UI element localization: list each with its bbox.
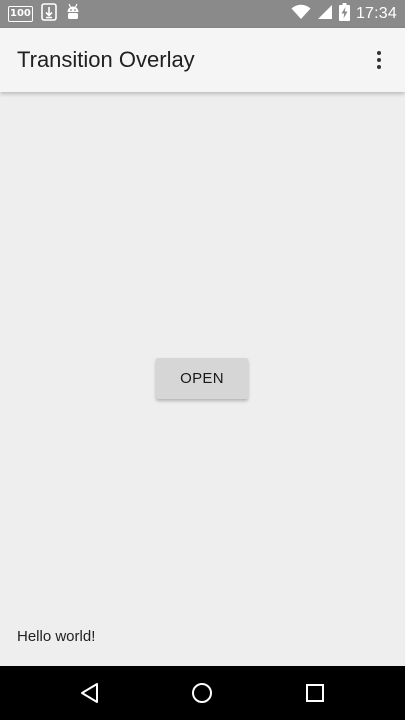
battery-charging-icon — [338, 2, 350, 26]
app-title: Transition Overlay — [17, 47, 195, 72]
open-button[interactable]: OPEN — [156, 358, 248, 399]
status-clock: 17:34 — [355, 5, 397, 22]
main-content: OPEN Hello world! — [0, 92, 405, 666]
status-bar-system: 17:34 — [291, 2, 397, 26]
more-vert-icon[interactable] — [367, 48, 391, 72]
signal-icon — [317, 4, 333, 25]
phone-screen: 100 17:34 Transition Overlay OPEN Hello … — [0, 0, 405, 720]
overflow-dot — [376, 57, 382, 63]
android-icon — [65, 3, 81, 26]
notification-badge: 100 — [8, 6, 33, 22]
wifi-icon — [291, 4, 311, 25]
hello-text: Hello world! — [17, 628, 96, 645]
home-icon[interactable] — [190, 681, 214, 705]
recents-icon[interactable] — [303, 681, 327, 705]
back-icon[interactable] — [78, 681, 102, 705]
status-bar-notifications: 100 — [8, 2, 89, 26]
download-icon — [41, 2, 57, 26]
overflow-dot — [376, 50, 382, 56]
status-bar: 100 17:34 — [0, 0, 405, 28]
navigation-bar — [0, 666, 405, 720]
app-bar: Transition Overlay — [0, 28, 405, 92]
overflow-dot — [376, 64, 382, 70]
